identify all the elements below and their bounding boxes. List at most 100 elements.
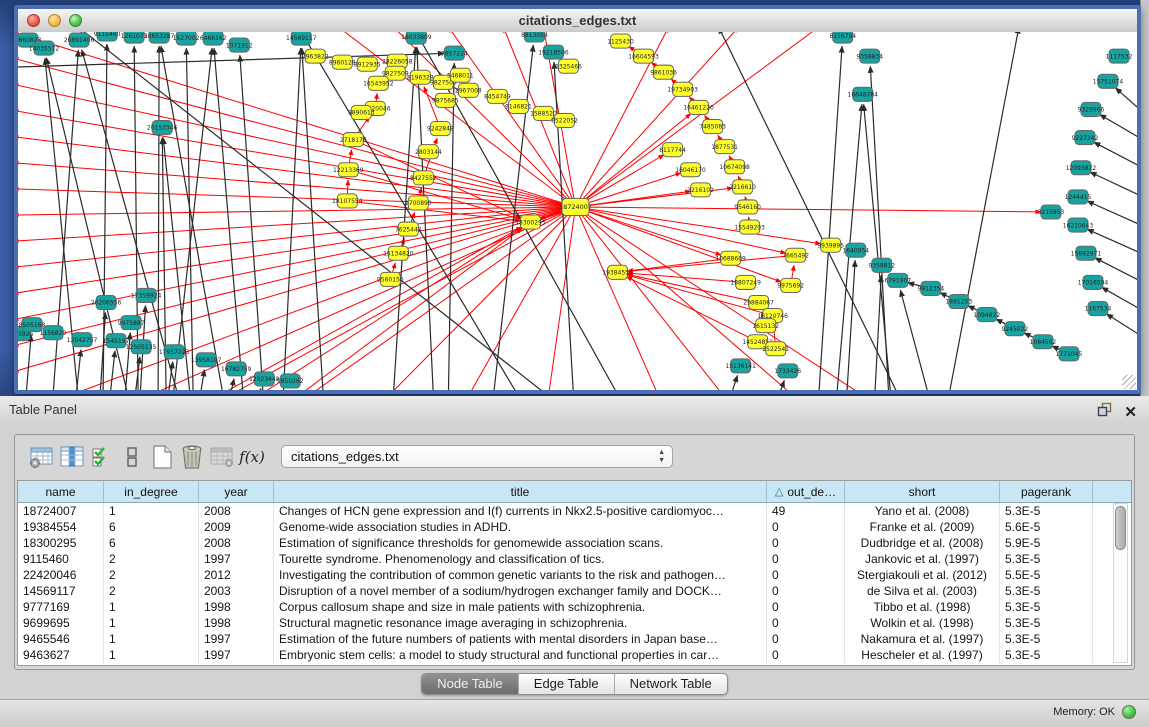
table-cell: 0 — [767, 631, 845, 647]
graph-node-label: 9850262 — [277, 378, 304, 385]
citation-edge-red — [18, 137, 575, 207]
table-cell: Tourette syndrome. Phenomenology and cla… — [274, 551, 767, 567]
graph-node-label: 15692971 — [1071, 250, 1102, 257]
float-panel-icon[interactable] — [1097, 402, 1112, 422]
select-column-icon[interactable] — [57, 442, 87, 472]
new-table-icon[interactable] — [147, 442, 177, 472]
table-cell: 14569117 — [18, 583, 104, 599]
column-header-year[interactable]: year — [199, 481, 274, 502]
citation-edge-black — [240, 55, 263, 390]
graph-node-label: 2718176 — [340, 137, 367, 144]
graph-node-label: 9242848 — [427, 126, 454, 133]
table-panel: Table Panel ✕ — [0, 396, 1149, 727]
graph-node-label: 15134820 — [383, 250, 414, 257]
select-all-checklist-icon[interactable] — [87, 442, 117, 472]
graph-node-label: 19734903 — [667, 87, 698, 94]
table-row[interactable]: 1938455462009Genome-wide association stu… — [18, 519, 1131, 535]
close-window-button[interactable] — [27, 14, 40, 27]
table-cell: 0 — [767, 519, 845, 535]
column-header-label: pagerank — [1021, 485, 1071, 499]
graph-node-label: 7485083 — [699, 124, 726, 131]
table-cell: Hescheler et al. (1997) — [845, 647, 1000, 663]
citation-edge-black — [417, 47, 434, 390]
graph-node-label: 29884067 — [743, 300, 774, 307]
graph-node-label: 12093822 — [1066, 165, 1097, 172]
column-header-in_degree[interactable]: in_degree — [104, 481, 199, 502]
column-header-name[interactable]: name — [18, 481, 104, 502]
graph-node-label: 9227342 — [1072, 135, 1099, 142]
window-resize-grip[interactable] — [1122, 375, 1136, 389]
table-cell: 5.3E-5 — [1000, 583, 1093, 599]
column-header-title[interactable]: title — [274, 481, 767, 502]
column-header-label: name — [45, 485, 75, 499]
network-canvas[interactable]: 1660823140355722089140691154601261073106… — [18, 32, 1137, 390]
table-cell: Franke et al. (2009) — [845, 519, 1000, 535]
graph-node-label: 7665492 — [782, 252, 809, 259]
window-titlebar[interactable]: citations_edges.txt — [18, 9, 1137, 33]
table-settings-icon[interactable] — [27, 442, 57, 472]
delete-trash-icon[interactable] — [177, 442, 207, 472]
tab-network-table[interactable]: Network Table — [614, 674, 727, 694]
table-cell: Structural magnetic resonance image aver… — [274, 615, 767, 631]
table-row[interactable]: 911546021997Tourette syndrome. Phenomeno… — [18, 551, 1131, 567]
table-cell: 2012 — [199, 567, 274, 583]
table-cell: Disruption of a novel member of a sodium… — [274, 583, 767, 599]
memory-indicator-icon[interactable] — [1122, 705, 1136, 719]
graph-node-label: 1615132 — [752, 323, 779, 330]
close-panel-icon[interactable]: ✕ — [1124, 405, 1137, 420]
graph-node-label: 8912935 — [354, 61, 381, 68]
graph-node-label: 8156794 — [829, 33, 856, 40]
graph-node-label: 12923448 — [249, 376, 280, 383]
table-cell: 5.3E-5 — [1000, 503, 1093, 519]
table-row[interactable]: 1872400712008Changes of HCN gene express… — [18, 503, 1131, 519]
graph-node-label: 16033809 — [401, 34, 432, 41]
table-row[interactable]: 1830029562008Estimation of significance … — [18, 535, 1131, 551]
graph-node-label: 1325466 — [555, 63, 582, 70]
table-row[interactable]: 946362711997Embryonic stem cells: a mode… — [18, 647, 1131, 663]
table-row[interactable]: 2242004622012Investigating the contribut… — [18, 567, 1131, 583]
graph-node-label: 1125430 — [607, 38, 634, 45]
citation-edge-red — [308, 207, 575, 390]
graph-node-label: 10653287 — [144, 33, 175, 40]
table-row[interactable]: 946554611997Estimation of the future num… — [18, 631, 1131, 647]
minimize-window-button[interactable] — [48, 14, 61, 27]
column-header-short[interactable]: short — [845, 481, 1000, 502]
table-selector-combobox[interactable]: citations_edges.txt ▲▼ — [281, 445, 673, 468]
vertical-scrollbar[interactable] — [1113, 503, 1128, 663]
table-cell: 9777169 — [18, 599, 104, 615]
table-cell: Dudbridge et al. (2008) — [845, 535, 1000, 551]
table-cell: 2008 — [199, 503, 274, 519]
table-cell: 2003 — [199, 583, 274, 599]
table-row[interactable]: 1456911722003Disruption of a novel membe… — [18, 583, 1131, 599]
graph-node-label: 9912354 — [917, 286, 944, 293]
graph-node-label: 2803144 — [415, 149, 442, 156]
graph-node-label: 1094622 — [974, 312, 1001, 319]
column-header-out_de[interactable]: △out_de… — [767, 481, 845, 502]
column-header-label: out_de… — [787, 485, 836, 499]
row-height-icon[interactable] — [117, 442, 147, 472]
tab-edge-table[interactable]: Edge Table — [518, 674, 614, 694]
zoom-window-button[interactable] — [69, 14, 82, 27]
table-cell: 0 — [767, 599, 845, 615]
scrollbar-thumb[interactable] — [1115, 506, 1126, 550]
graph-node-label: 18807249 — [730, 280, 761, 287]
graph-node-label: 3215953 — [1038, 209, 1065, 216]
tab-node-table[interactable]: Node Table — [422, 674, 518, 694]
table-row[interactable]: 977716911998Corpus callosum shape and si… — [18, 599, 1131, 615]
table-cell: 19384554 — [18, 519, 104, 535]
column-header-pagerank[interactable]: pagerank — [1000, 481, 1093, 502]
citation-edge-black — [298, 32, 518, 390]
function-builder-button[interactable]: f(x) — [237, 442, 267, 472]
table-cell: Nakamura et al. (1997) — [845, 631, 1000, 647]
table-cell: 1997 — [199, 551, 274, 567]
table-body: 1872400712008Changes of HCN gene express… — [18, 503, 1131, 663]
graph-node-label: 8505168 — [19, 322, 46, 329]
network-graph[interactable]: 1660823140355722089140691154601261073106… — [18, 32, 1137, 390]
graph-node-label: 8960128 — [329, 59, 356, 66]
graph-node-label: 18724007 — [559, 203, 592, 211]
table-row[interactable]: 969969511998Structural magnetic resonanc… — [18, 615, 1131, 631]
table-toolbar: f(x) citations_edges.txt ▲▼ — [15, 435, 1134, 478]
graph-node-label: 9975692 — [777, 283, 804, 290]
graph-node-label: 2522541 — [762, 346, 789, 353]
citation-edge-black — [302, 48, 323, 390]
